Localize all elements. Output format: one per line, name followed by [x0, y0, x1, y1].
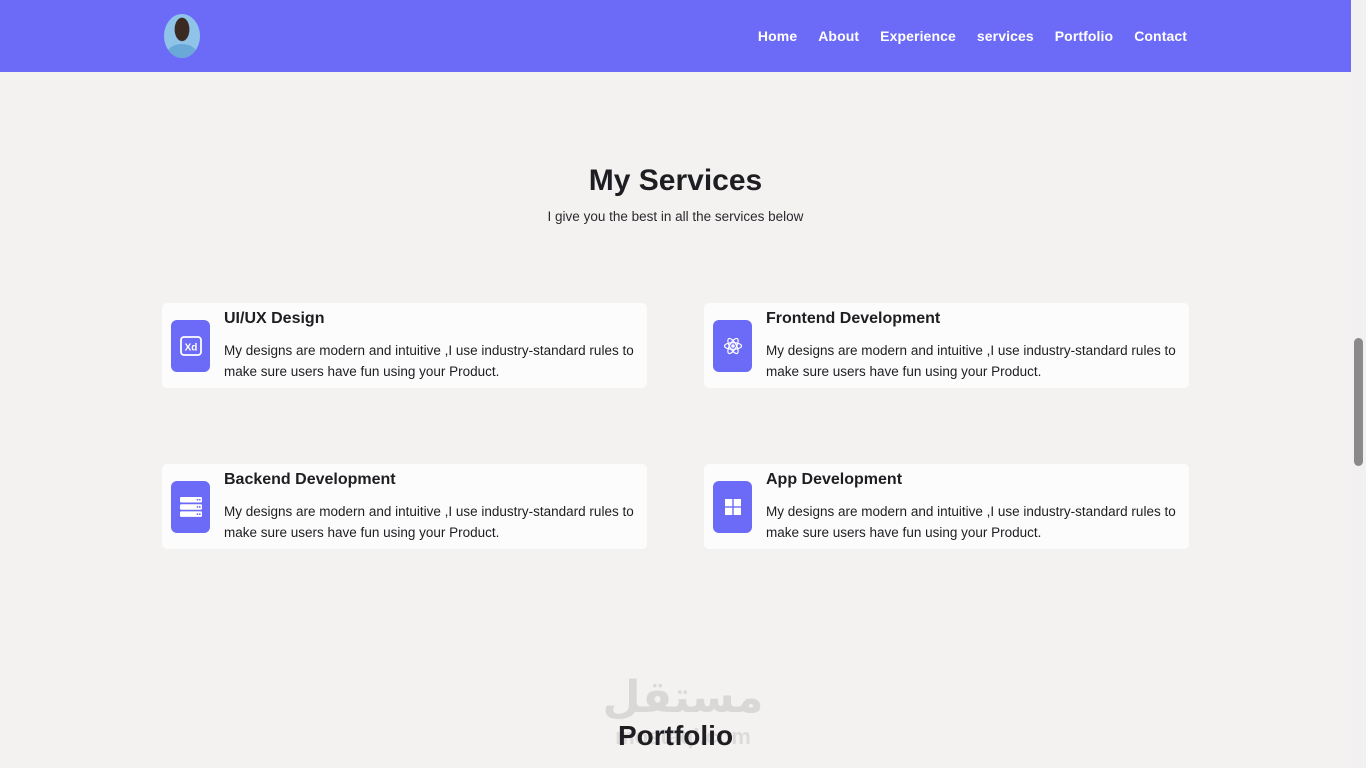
- nav-home-link[interactable]: Home: [758, 28, 797, 44]
- portfolio-title: Portfolio: [617, 720, 734, 751]
- windows-grid-icon: [713, 481, 752, 533]
- server-icon: [171, 481, 210, 533]
- service-card-text: My designs are modern and intuitive ,I u…: [224, 504, 634, 540]
- service-card-backend: Backend Development My designs are moder…: [162, 464, 647, 549]
- watermark-arabic: مستقل: [602, 672, 764, 723]
- services-title: My Services: [588, 164, 763, 197]
- service-card-text: My designs are modern and intuitive ,I u…: [224, 343, 634, 379]
- service-card-text: My designs are modern and intuitive ,I u…: [766, 343, 1176, 379]
- service-card-title: UI/UX Design: [224, 310, 325, 327]
- nav-experience-link[interactable]: Experience: [880, 28, 956, 44]
- nav-services-link[interactable]: services: [977, 28, 1034, 44]
- service-card-title: App Development: [766, 471, 903, 488]
- scrollbar-thumb[interactable]: [1354, 338, 1363, 466]
- nav-links: Home About Experience services Portfolio…: [758, 0, 1187, 72]
- service-card-title: Frontend Development: [766, 310, 941, 327]
- navbar: Home About Experience services Portfolio…: [0, 0, 1351, 72]
- nav-about-link[interactable]: About: [818, 28, 859, 44]
- scrollbar-track[interactable]: [1351, 0, 1366, 768]
- service-card-frontend: Frontend Development My designs are mode…: [704, 303, 1189, 388]
- service-card-app: App Development My designs are modern an…: [704, 464, 1189, 549]
- react-icon: [713, 320, 752, 372]
- svg-text:Xd: Xd: [184, 343, 197, 354]
- service-card-title: Backend Development: [224, 471, 396, 488]
- nav-contact-link[interactable]: Contact: [1134, 28, 1187, 44]
- avatar-shoulders: [167, 44, 197, 58]
- service-card-uiux: Xd UI/UX Design My designs are modern an…: [162, 303, 647, 388]
- xd-icon: Xd: [171, 320, 210, 372]
- service-card-text: My designs are modern and intuitive ,I u…: [766, 504, 1176, 540]
- profile-avatar[interactable]: [164, 14, 200, 58]
- nav-portfolio-link[interactable]: Portfolio: [1055, 28, 1113, 44]
- services-subtitle: I give you the best in all the services …: [547, 209, 804, 224]
